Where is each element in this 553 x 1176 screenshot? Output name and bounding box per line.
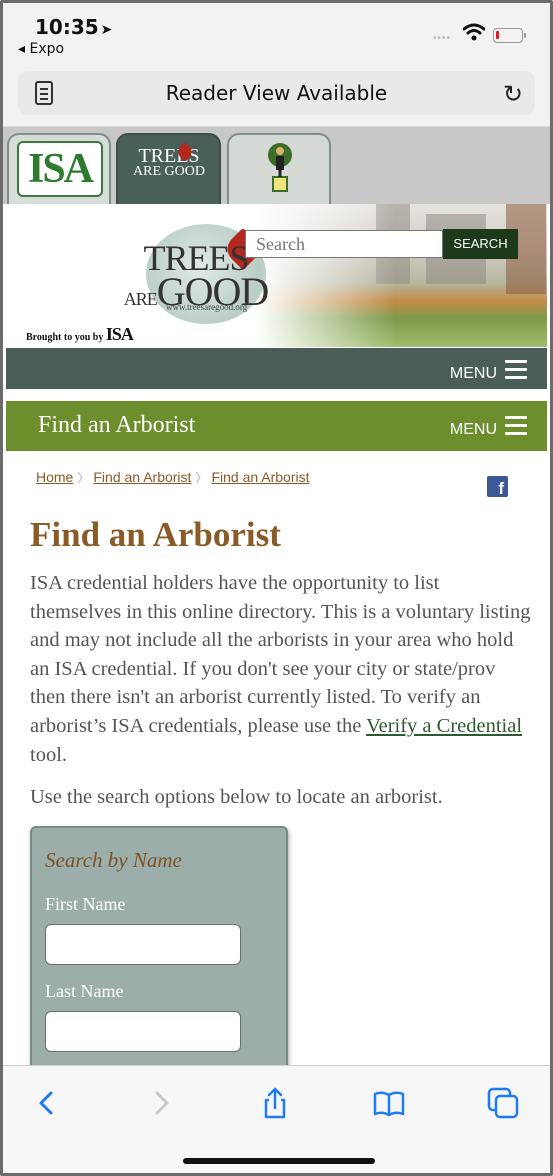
status-time: 10:35 ➤ <box>35 15 112 39</box>
bookmarks-svg <box>373 1091 405 1117</box>
last-name-field[interactable] <box>45 1011 241 1052</box>
section-menu-label[interactable]: MENU <box>450 421 497 439</box>
cellular-signal-icon: •••• <box>433 33 452 44</box>
browser-toolbar <box>3 1065 550 1173</box>
battery-icon <box>493 28 526 43</box>
search-by-name-panel: Search by Name First Name Last Name <box>30 826 288 1086</box>
share-svg <box>264 1087 286 1119</box>
tab-trees-are-good[interactable]: TREES ARE GOOD <box>116 133 221 204</box>
breadcrumb-home[interactable]: Home <box>36 469 73 485</box>
section-menu-bar: Find an Arborist MENU <box>6 401 547 451</box>
phone-screen: 10:35 ➤ ◂ Expo •••• Reader View Available… <box>0 0 553 1176</box>
first-name-field[interactable] <box>45 924 241 965</box>
tab-isa[interactable]: ISA <box>7 133 111 204</box>
back-to-app-link[interactable]: ◂ Expo <box>18 41 64 57</box>
last-name-label: Last Name <box>45 981 124 1001</box>
forward-chevron-svg <box>155 1091 169 1115</box>
share-icon[interactable] <box>258 1086 292 1120</box>
status-bar: 10:35 ➤ ◂ Expo •••• <box>3 3 550 69</box>
back-chevron-svg <box>39 1091 53 1115</box>
facebook-icon[interactable]: f <box>487 476 508 497</box>
back-app-label: Expo <box>29 41 65 57</box>
panel-title: Search by Name <box>45 848 182 872</box>
verify-credential-link[interactable]: Verify a Credential <box>366 715 522 737</box>
brought-by-text: Brought to you by <box>26 332 104 343</box>
search-hint: Use the search options below to locate a… <box>30 786 443 808</box>
brought-to-you-by: Brought to you by ISA <box>26 324 134 345</box>
isa-logo: ISA <box>17 141 103 197</box>
location-arrow-icon: ➤ <box>100 22 113 38</box>
site-banner: TREES AREGOOD www.treesaregood.org Broug… <box>6 204 547 347</box>
bookmarks-book-icon[interactable] <box>372 1086 406 1120</box>
battery-level <box>496 31 499 39</box>
time-text: 10:35 <box>35 15 99 39</box>
search-button[interactable]: SEARCH <box>443 229 518 259</box>
main-menu-label[interactable]: MENU <box>450 365 497 383</box>
section-title: Find an Arborist <box>38 412 196 438</box>
hamburger-menu-icon[interactable] <box>505 416 527 436</box>
intro-paragraph: ISA credential holders have the opportun… <box>30 569 535 769</box>
hamburger-menu-icon[interactable] <box>505 360 527 380</box>
intro-text-end: tool. <box>30 743 68 766</box>
site-search-input[interactable] <box>245 230 443 258</box>
hamburger-line <box>505 432 527 435</box>
tab-logo-trees: TREES <box>138 145 200 167</box>
breadcrumb-find-an-arborist[interactable]: Find an Arborist <box>93 469 191 485</box>
tabs-icon[interactable] <box>486 1086 520 1120</box>
home-indicator[interactable] <box>183 1158 375 1164</box>
forward-chevron-icon[interactable] <box>144 1086 178 1120</box>
logo-url: www.treesaregood.org <box>166 302 248 312</box>
breadcrumb-separator: 〉 <box>77 471 90 485</box>
address-bar-area: Reader View Available ↻ <box>3 69 550 127</box>
tree-climber-logo <box>268 143 292 192</box>
breadcrumb: Home 〉 Find an Arborist 〉 Find an Arborist <box>36 469 310 486</box>
wifi-icon <box>463 23 485 41</box>
tab-logo-are: ARE <box>133 164 162 179</box>
hamburger-line <box>505 360 527 363</box>
intro-text: ISA credential holders have the opportun… <box>30 572 531 737</box>
hamburger-line <box>505 376 527 379</box>
back-chevron-icon[interactable] <box>30 1086 64 1120</box>
main-menu-bar: MENU <box>6 348 547 393</box>
logo-are: ARE <box>123 289 158 309</box>
site-network-tabs: ISA TREES ARE GOOD <box>3 127 550 204</box>
brought-by-isa-logo: ISA <box>105 324 134 344</box>
breadcrumb-separator: 〉 <box>195 471 208 485</box>
hamburger-line <box>505 416 527 419</box>
breadcrumb-current[interactable]: Find an Arborist <box>211 469 309 485</box>
first-name-label: First Name <box>45 894 126 914</box>
page-title: Find an Arborist <box>30 515 281 554</box>
tab-tree-climber[interactable] <box>227 133 331 204</box>
tab-logo-good: GOOD <box>164 164 205 179</box>
hamburger-line <box>505 368 527 371</box>
reader-view-label[interactable]: Reader View Available <box>18 81 535 105</box>
reload-icon[interactable]: ↻ <box>503 80 523 109</box>
hamburger-line <box>505 424 527 427</box>
reader-view-bar[interactable]: Reader View Available ↻ <box>18 71 535 115</box>
tabs-svg <box>487 1087 519 1119</box>
trees-are-good-logo: TREES ARE GOOD <box>128 145 210 179</box>
